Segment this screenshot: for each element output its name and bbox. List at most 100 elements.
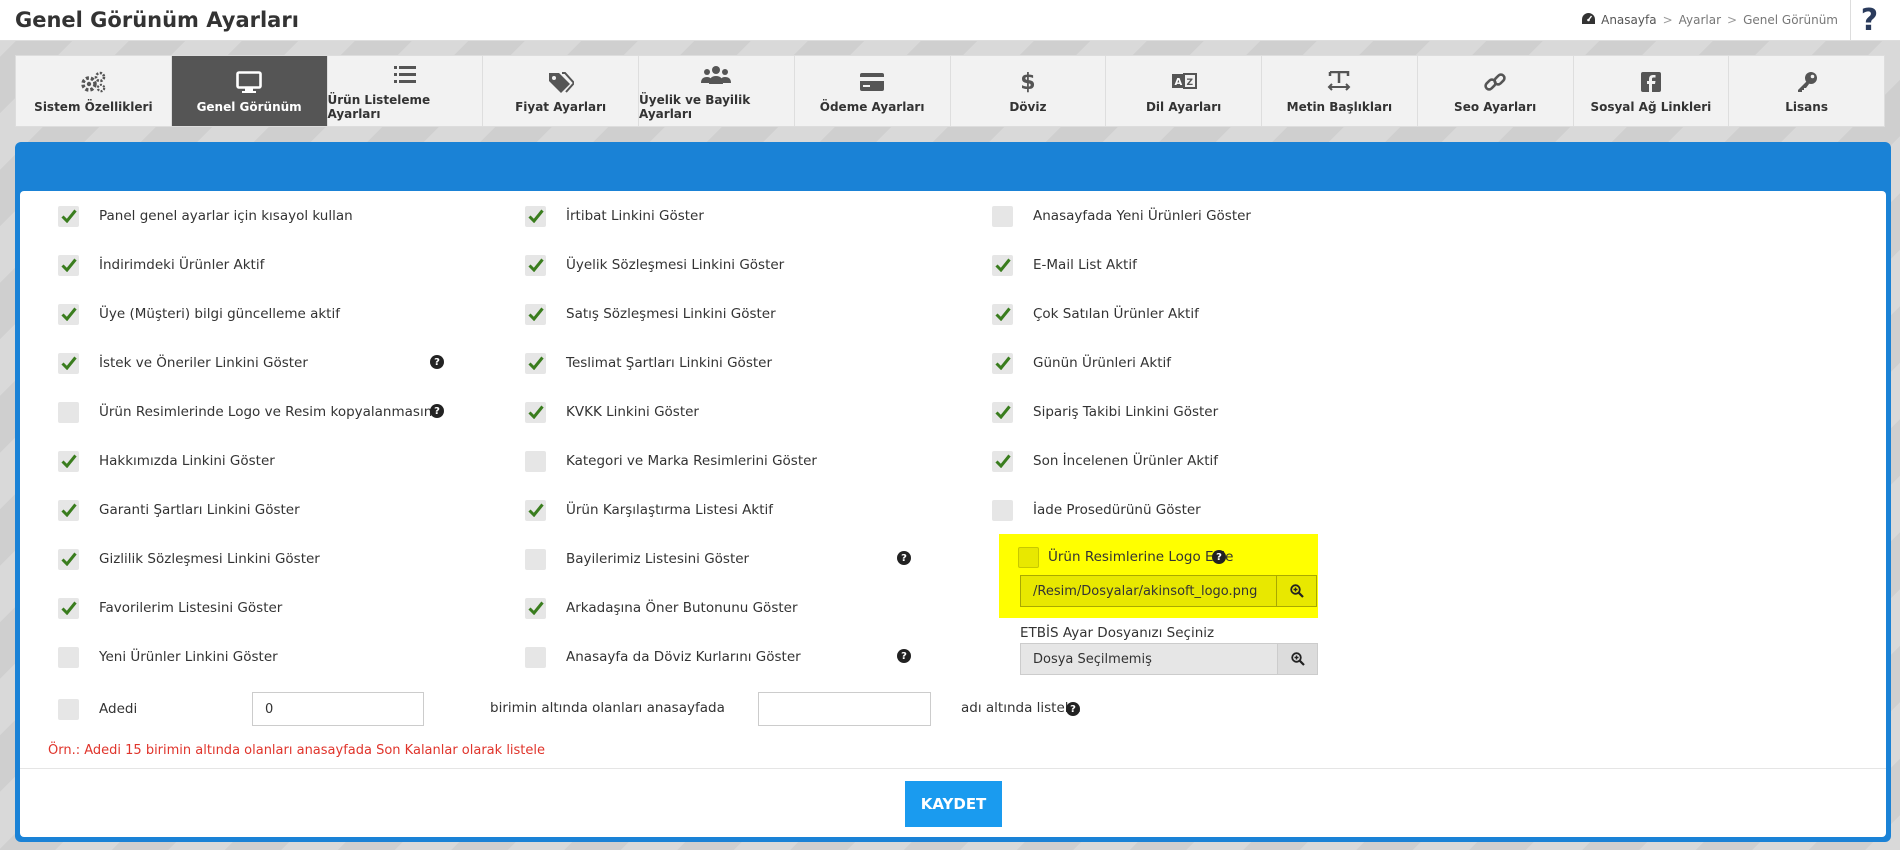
save-button[interactable]: KAYDET bbox=[905, 781, 1002, 827]
check-icon bbox=[60, 209, 77, 223]
breadcrumb-separator: > bbox=[1727, 13, 1738, 27]
example-text: Örn.: Adedi 15 birimin altında olanları … bbox=[48, 743, 546, 758]
help-icon[interactable]: ? bbox=[1066, 702, 1080, 716]
setting-label: Anasayfa da Döviz Kurlarını Göster bbox=[566, 649, 801, 665]
setting-checkbox-checked[interactable] bbox=[992, 254, 1013, 276]
check-icon bbox=[994, 356, 1011, 370]
setting-checkbox-checked[interactable] bbox=[58, 548, 79, 570]
tab-odeme-ayarlari[interactable]: Ödeme Ayarları bbox=[795, 56, 951, 126]
tab-dil-ayarlari[interactable]: AZ Dil Ayarları bbox=[1106, 56, 1262, 126]
setting-checkbox-checked[interactable] bbox=[58, 303, 79, 325]
tab-uyelik-bayilik[interactable]: Üyelik ve Bayilik Ayarları bbox=[639, 56, 795, 126]
setting-checkbox-checked[interactable] bbox=[525, 254, 546, 276]
setting-checkbox-checked[interactable] bbox=[58, 450, 79, 472]
setting-label: Gizlilik Sözleşmesi Linkini Göster bbox=[99, 551, 320, 567]
etbis-file-text: Dosya Seçilmemiş bbox=[1033, 651, 1152, 667]
setting-checkbox[interactable] bbox=[58, 401, 79, 423]
stock-rule-label: Adedi bbox=[99, 701, 138, 717]
breadcrumb-separator: > bbox=[1662, 13, 1673, 27]
logo-option-label: Ürün Resimlerine Logo Ekle bbox=[1048, 549, 1234, 565]
logo-checkbox[interactable] bbox=[1018, 546, 1039, 568]
logo-path-field[interactable]: /Resim/Dosyalar/akinsoft_logo.png bbox=[1020, 575, 1317, 607]
setting-row: Ürün Resimlerinde Logo ve Resim kopyalan… bbox=[58, 400, 432, 424]
help-button[interactable]: ? bbox=[1850, 0, 1888, 41]
setting-checkbox-checked[interactable] bbox=[525, 205, 546, 227]
breadcrumb-home[interactable]: Anasayfa bbox=[1601, 13, 1656, 27]
quantity-input[interactable] bbox=[252, 692, 424, 726]
setting-checkbox[interactable] bbox=[525, 548, 546, 570]
tab-genel-gorunum[interactable]: Genel Görünüm bbox=[171, 56, 328, 126]
help-icon[interactable]: ? bbox=[897, 649, 911, 663]
check-icon bbox=[60, 454, 77, 468]
setting-checkbox-checked[interactable] bbox=[525, 352, 546, 374]
setting-label: Sipariş Takibi Linkini Göster bbox=[1033, 404, 1219, 420]
help-icon[interactable]: ? bbox=[430, 404, 444, 418]
setting-checkbox-checked[interactable] bbox=[58, 499, 79, 521]
setting-row: Üye (Müşteri) bilgi güncelleme aktif bbox=[58, 302, 340, 326]
setting-label: İndirimdeki Ürünler Aktif bbox=[99, 257, 265, 273]
check-icon bbox=[527, 405, 544, 419]
setting-checkbox-checked[interactable] bbox=[58, 597, 79, 619]
setting-checkbox-checked[interactable] bbox=[58, 254, 79, 276]
help-icon[interactable]: ? bbox=[1212, 550, 1226, 564]
tab-seo-ayarlari[interactable]: Seo Ayarları bbox=[1418, 56, 1574, 126]
setting-checkbox-checked[interactable] bbox=[992, 401, 1013, 423]
tab-sosyal-ag-linkleri[interactable]: Sosyal Ağ Linkleri bbox=[1574, 56, 1730, 126]
check-icon bbox=[994, 405, 1011, 419]
logo-browse-button[interactable] bbox=[1276, 576, 1316, 606]
setting-checkbox-checked[interactable] bbox=[525, 303, 546, 325]
setting-checkbox-checked[interactable] bbox=[525, 499, 546, 521]
check-icon bbox=[60, 356, 77, 370]
setting-checkbox[interactable] bbox=[525, 450, 546, 472]
etbis-browse-button[interactable] bbox=[1277, 644, 1317, 674]
setting-checkbox[interactable] bbox=[58, 646, 79, 668]
help-icon[interactable]: ? bbox=[897, 551, 911, 565]
tab-label: Sistem Özellikleri bbox=[34, 100, 153, 114]
text-height-icon bbox=[1327, 68, 1351, 96]
etbis-file-field[interactable]: Dosya Seçilmemiş bbox=[1020, 643, 1318, 675]
setting-label: Üye (Müşteri) bilgi güncelleme aktif bbox=[99, 306, 340, 322]
setting-checkbox-checked[interactable] bbox=[525, 597, 546, 619]
setting-label: KVKK Linkini Göster bbox=[566, 404, 699, 420]
breadcrumb: Anasayfa > Ayarlar > Genel Görünüm bbox=[1582, 13, 1838, 27]
setting-label: Teslimat Şartları Linkini Göster bbox=[566, 355, 773, 371]
tab-doviz[interactable]: $ Döviz bbox=[951, 56, 1107, 126]
setting-label: Hakkımızda Linkini Göster bbox=[99, 453, 275, 469]
setting-checkbox-checked[interactable] bbox=[58, 352, 79, 374]
check-icon bbox=[60, 307, 77, 321]
setting-checkbox[interactable] bbox=[992, 205, 1013, 227]
tab-label: Fiyat Ayarları bbox=[515, 100, 607, 114]
stock-rule-checkbox[interactable] bbox=[58, 698, 79, 720]
setting-checkbox-checked[interactable] bbox=[992, 352, 1013, 374]
monitor-icon bbox=[236, 68, 262, 96]
setting-checkbox-checked[interactable] bbox=[525, 401, 546, 423]
stock-rule-end-text: adı altında listele. bbox=[961, 700, 1082, 716]
check-icon bbox=[527, 601, 544, 615]
tab-urun-listeleme[interactable]: Ürün Listeleme Ayarları bbox=[328, 56, 484, 126]
top-bar: Genel Görünüm Ayarları Anasayfa > Ayarla… bbox=[0, 0, 1900, 41]
tab-fiyat-ayarlari[interactable]: Fiyat Ayarları bbox=[483, 56, 639, 126]
list-name-input[interactable] bbox=[758, 692, 931, 726]
setting-label: Garanti Şartları Linkini Göster bbox=[99, 502, 300, 518]
gears-icon bbox=[79, 68, 107, 96]
breadcrumb-settings[interactable]: Ayarlar bbox=[1679, 13, 1721, 27]
setting-checkbox-checked[interactable] bbox=[58, 205, 79, 227]
setting-row: Anasayfa da Döviz Kurlarını Göster bbox=[525, 645, 801, 669]
setting-checkbox[interactable] bbox=[525, 646, 546, 668]
setting-label: İrtibat Linkini Göster bbox=[566, 208, 704, 224]
setting-label: Kategori ve Marka Resimlerini Göster bbox=[566, 453, 817, 469]
breadcrumb-current: Genel Görünüm bbox=[1743, 13, 1838, 27]
check-icon bbox=[527, 503, 544, 517]
setting-checkbox-checked[interactable] bbox=[992, 450, 1013, 472]
tab-sistem-ozellikleri[interactable]: Sistem Özellikleri bbox=[16, 56, 172, 126]
credit-card-icon bbox=[859, 68, 885, 96]
check-icon bbox=[994, 307, 1011, 321]
users-icon bbox=[701, 61, 732, 89]
check-icon bbox=[527, 307, 544, 321]
help-icon[interactable]: ? bbox=[430, 355, 444, 369]
check-icon bbox=[527, 209, 544, 223]
setting-checkbox[interactable] bbox=[992, 499, 1013, 521]
tab-lisans[interactable]: Lisans bbox=[1729, 56, 1884, 126]
tab-metin-basliklari[interactable]: Metin Başlıkları bbox=[1262, 56, 1418, 126]
setting-checkbox-checked[interactable] bbox=[992, 303, 1013, 325]
